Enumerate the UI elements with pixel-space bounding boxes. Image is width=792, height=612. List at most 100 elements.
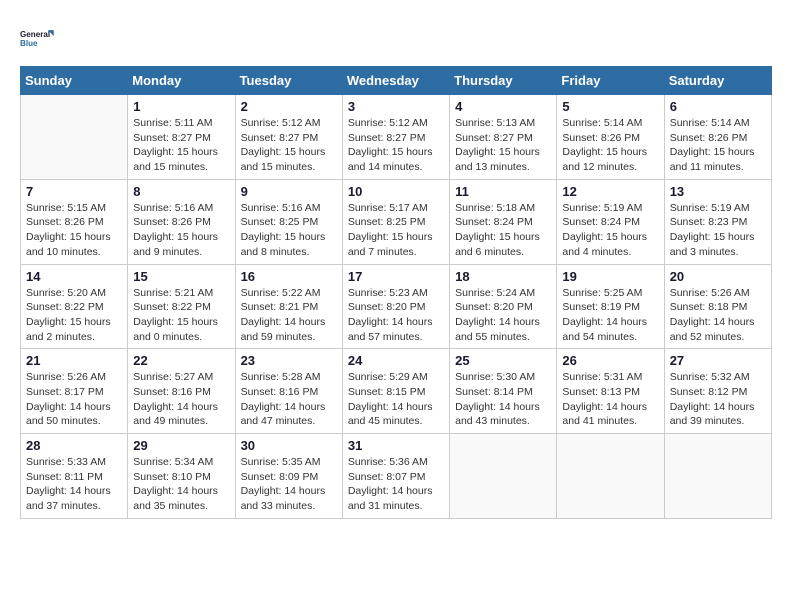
header-saturday: Saturday — [664, 67, 771, 95]
day-info: Sunrise: 5:35 AM Sunset: 8:09 PM Dayligh… — [241, 455, 337, 514]
day-info: Sunrise: 5:14 AM Sunset: 8:26 PM Dayligh… — [670, 116, 766, 175]
day-info: Sunrise: 5:12 AM Sunset: 8:27 PM Dayligh… — [348, 116, 444, 175]
day-info: Sunrise: 5:26 AM Sunset: 8:17 PM Dayligh… — [26, 370, 122, 429]
header-thursday: Thursday — [450, 67, 557, 95]
day-info: Sunrise: 5:32 AM Sunset: 8:12 PM Dayligh… — [670, 370, 766, 429]
day-info: Sunrise: 5:36 AM Sunset: 8:07 PM Dayligh… — [348, 455, 444, 514]
calendar-cell: 18 Sunrise: 5:24 AM Sunset: 8:20 PM Dayli… — [450, 264, 557, 349]
calendar-cell — [557, 434, 664, 519]
day-info: Sunrise: 5:13 AM Sunset: 8:27 PM Dayligh… — [455, 116, 551, 175]
day-info: Sunrise: 5:34 AM Sunset: 8:10 PM Dayligh… — [133, 455, 229, 514]
day-info: Sunrise: 5:21 AM Sunset: 8:22 PM Dayligh… — [133, 286, 229, 345]
calendar-week-3: 21 Sunrise: 5:26 AM Sunset: 8:17 PM Dayli… — [21, 349, 772, 434]
calendar-cell: 9 Sunrise: 5:16 AM Sunset: 8:25 PM Daylig… — [235, 179, 342, 264]
day-number: 6 — [670, 99, 766, 114]
day-info: Sunrise: 5:25 AM Sunset: 8:19 PM Dayligh… — [562, 286, 658, 345]
day-info: Sunrise: 5:16 AM Sunset: 8:25 PM Dayligh… — [241, 201, 337, 260]
calendar-cell: 27 Sunrise: 5:32 AM Sunset: 8:12 PM Dayli… — [664, 349, 771, 434]
day-info: Sunrise: 5:16 AM Sunset: 8:26 PM Dayligh… — [133, 201, 229, 260]
calendar-cell — [450, 434, 557, 519]
calendar-cell: 31 Sunrise: 5:36 AM Sunset: 8:07 PM Dayli… — [342, 434, 449, 519]
day-number: 20 — [670, 269, 766, 284]
calendar-cell: 7 Sunrise: 5:15 AM Sunset: 8:26 PM Daylig… — [21, 179, 128, 264]
logo-icon: GeneralBlue — [20, 20, 56, 56]
day-info: Sunrise: 5:30 AM Sunset: 8:14 PM Dayligh… — [455, 370, 551, 429]
calendar-cell — [21, 95, 128, 180]
day-info: Sunrise: 5:27 AM Sunset: 8:16 PM Dayligh… — [133, 370, 229, 429]
calendar-cell: 21 Sunrise: 5:26 AM Sunset: 8:17 PM Dayli… — [21, 349, 128, 434]
day-number: 10 — [348, 184, 444, 199]
day-number: 21 — [26, 353, 122, 368]
day-number: 31 — [348, 438, 444, 453]
day-number: 14 — [26, 269, 122, 284]
calendar-cell: 16 Sunrise: 5:22 AM Sunset: 8:21 PM Dayli… — [235, 264, 342, 349]
day-info: Sunrise: 5:19 AM Sunset: 8:24 PM Dayligh… — [562, 201, 658, 260]
header-wednesday: Wednesday — [342, 67, 449, 95]
header: GeneralBlue — [20, 20, 772, 56]
calendar-cell: 28 Sunrise: 5:33 AM Sunset: 8:11 PM Dayli… — [21, 434, 128, 519]
header-tuesday: Tuesday — [235, 67, 342, 95]
day-info: Sunrise: 5:28 AM Sunset: 8:16 PM Dayligh… — [241, 370, 337, 429]
calendar-week-1: 7 Sunrise: 5:15 AM Sunset: 8:26 PM Daylig… — [21, 179, 772, 264]
calendar-cell: 15Sunrise: 5:21 AM Sunset: 8:22 PM Dayli… — [128, 264, 235, 349]
calendar-cell: 25 Sunrise: 5:30 AM Sunset: 8:14 PM Dayli… — [450, 349, 557, 434]
day-number: 16 — [241, 269, 337, 284]
day-number: 4 — [455, 99, 551, 114]
calendar-cell: 2 Sunrise: 5:12 AM Sunset: 8:27 PM Daylig… — [235, 95, 342, 180]
day-number: 18 — [455, 269, 551, 284]
logo: GeneralBlue — [20, 20, 56, 56]
calendar-cell: 30Sunrise: 5:35 AM Sunset: 8:09 PM Dayli… — [235, 434, 342, 519]
calendar-cell: 17Sunrise: 5:23 AM Sunset: 8:20 PM Dayli… — [342, 264, 449, 349]
day-info: Sunrise: 5:17 AM Sunset: 8:25 PM Dayligh… — [348, 201, 444, 260]
day-number: 9 — [241, 184, 337, 199]
day-number: 5 — [562, 99, 658, 114]
day-number: 22 — [133, 353, 229, 368]
calendar-cell: 6 Sunrise: 5:14 AM Sunset: 8:26 PM Daylig… — [664, 95, 771, 180]
day-number: 24 — [348, 353, 444, 368]
calendar-cell: 1Sunrise: 5:11 AM Sunset: 8:27 PM Daylig… — [128, 95, 235, 180]
calendar-week-4: 28 Sunrise: 5:33 AM Sunset: 8:11 PM Dayli… — [21, 434, 772, 519]
calendar-cell: 26 Sunrise: 5:31 AM Sunset: 8:13 PM Dayli… — [557, 349, 664, 434]
day-info: Sunrise: 5:12 AM Sunset: 8:27 PM Dayligh… — [241, 116, 337, 175]
day-info: Sunrise: 5:29 AM Sunset: 8:15 PM Dayligh… — [348, 370, 444, 429]
calendar-cell: 3Sunrise: 5:12 AM Sunset: 8:27 PM Daylig… — [342, 95, 449, 180]
svg-text:Blue: Blue — [20, 39, 38, 48]
day-number: 28 — [26, 438, 122, 453]
calendar-week-0: 1Sunrise: 5:11 AM Sunset: 8:27 PM Daylig… — [21, 95, 772, 180]
day-number: 23 — [241, 353, 337, 368]
header-friday: Friday — [557, 67, 664, 95]
day-info: Sunrise: 5:31 AM Sunset: 8:13 PM Dayligh… — [562, 370, 658, 429]
day-info: Sunrise: 5:26 AM Sunset: 8:18 PM Dayligh… — [670, 286, 766, 345]
calendar-cell: 14Sunrise: 5:20 AM Sunset: 8:22 PM Dayli… — [21, 264, 128, 349]
day-info: Sunrise: 5:15 AM Sunset: 8:26 PM Dayligh… — [26, 201, 122, 260]
header-sunday: Sunday — [21, 67, 128, 95]
calendar-cell: 23 Sunrise: 5:28 AM Sunset: 8:16 PM Dayli… — [235, 349, 342, 434]
day-number: 11 — [455, 184, 551, 199]
calendar-cell: 22 Sunrise: 5:27 AM Sunset: 8:16 PM Dayli… — [128, 349, 235, 434]
header-monday: Monday — [128, 67, 235, 95]
calendar-cell: 4 Sunrise: 5:13 AM Sunset: 8:27 PM Daylig… — [450, 95, 557, 180]
calendar-cell: 10 Sunrise: 5:17 AM Sunset: 8:25 PM Dayli… — [342, 179, 449, 264]
day-number: 2 — [241, 99, 337, 114]
day-info: Sunrise: 5:14 AM Sunset: 8:26 PM Dayligh… — [562, 116, 658, 175]
calendar-cell: 8 Sunrise: 5:16 AM Sunset: 8:26 PM Daylig… — [128, 179, 235, 264]
calendar-cell: 20 Sunrise: 5:26 AM Sunset: 8:18 PM Dayli… — [664, 264, 771, 349]
day-number: 27 — [670, 353, 766, 368]
calendar-cell: 19 Sunrise: 5:25 AM Sunset: 8:19 PM Dayli… — [557, 264, 664, 349]
day-info: Sunrise: 5:33 AM Sunset: 8:11 PM Dayligh… — [26, 455, 122, 514]
calendar-cell: 12 Sunrise: 5:19 AM Sunset: 8:24 PM Dayli… — [557, 179, 664, 264]
day-number: 25 — [455, 353, 551, 368]
day-number: 8 — [133, 184, 229, 199]
day-info: Sunrise: 5:22 AM Sunset: 8:21 PM Dayligh… — [241, 286, 337, 345]
day-number: 12 — [562, 184, 658, 199]
calendar: SundayMondayTuesdayWednesdayThursdayFrid… — [20, 66, 772, 519]
day-info: Sunrise: 5:24 AM Sunset: 8:20 PM Dayligh… — [455, 286, 551, 345]
calendar-cell — [664, 434, 771, 519]
day-number: 26 — [562, 353, 658, 368]
day-number: 19 — [562, 269, 658, 284]
day-number: 1 — [133, 99, 229, 114]
day-number: 29 — [133, 438, 229, 453]
calendar-cell: 24 Sunrise: 5:29 AM Sunset: 8:15 PM Dayli… — [342, 349, 449, 434]
day-number: 7 — [26, 184, 122, 199]
day-info: Sunrise: 5:23 AM Sunset: 8:20 PM Dayligh… — [348, 286, 444, 345]
